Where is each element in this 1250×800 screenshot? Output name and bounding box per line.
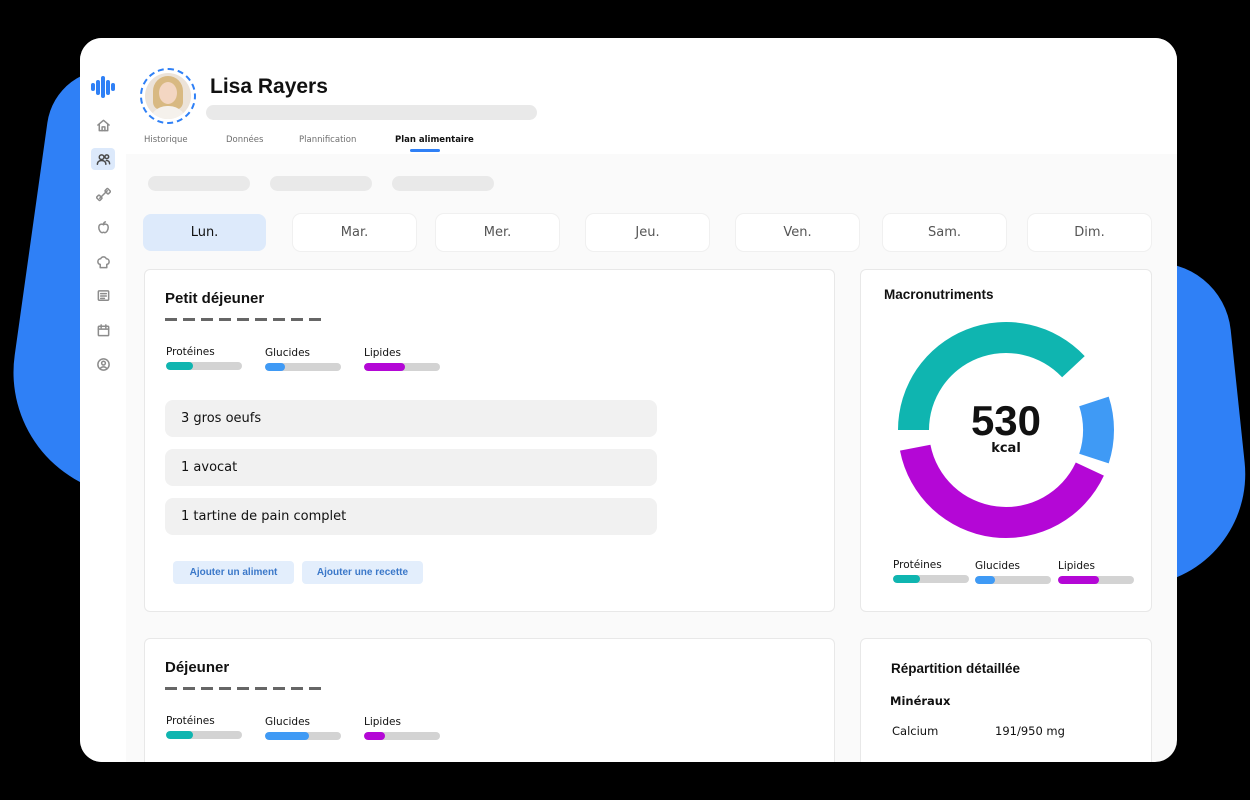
kcal-value: 530 xyxy=(970,397,1042,444)
placeholder-pill xyxy=(270,176,372,191)
add-recipe-button[interactable]: Ajouter une recette xyxy=(302,561,423,584)
detail-section-title: Minéraux xyxy=(890,694,951,708)
day-friday[interactable]: Ven. xyxy=(736,214,859,251)
sidebar-item-profile[interactable] xyxy=(91,353,115,375)
placeholder-pill xyxy=(392,176,494,191)
user-circle-icon xyxy=(96,357,110,371)
day-wednesday[interactable]: Mer. xyxy=(436,214,559,251)
progress-fill xyxy=(893,575,921,583)
macro-progress xyxy=(265,363,341,371)
macro-lipides: Lipides xyxy=(364,347,442,371)
legend-progress xyxy=(975,576,1051,584)
legend-glucides: Glucides xyxy=(975,560,1053,584)
calendar-icon xyxy=(97,323,109,336)
nutrient-label: Calcium xyxy=(892,724,939,738)
progress-fill xyxy=(975,576,995,584)
tab-donnees[interactable]: Données xyxy=(226,135,263,145)
meal-title: Petit déjeuner xyxy=(165,290,265,307)
tab-historique[interactable]: Historique xyxy=(144,135,188,145)
meal-title: Déjeuner xyxy=(165,659,230,676)
donut-segment-lipides xyxy=(899,444,1104,538)
macro-label: Glucides xyxy=(265,347,310,359)
macro-progress xyxy=(364,732,440,740)
app-window: Lisa Rayers Historique Données Plannific… xyxy=(80,38,1177,762)
apple-icon xyxy=(97,220,109,233)
day-saturday[interactable]: Sam. xyxy=(883,214,1006,251)
title-divider xyxy=(165,318,325,321)
sidebar-item-users[interactable] xyxy=(91,148,115,170)
legend-proteines: Protéines xyxy=(893,559,971,583)
food-item[interactable]: 3 gros oeufs xyxy=(165,400,657,437)
sidebar-item-nutrition[interactable] xyxy=(91,216,115,238)
progress-fill xyxy=(265,732,310,740)
sidebar-item-home[interactable] xyxy=(91,114,115,136)
macro-progress xyxy=(166,731,242,739)
macronutrients-card: Macronutriments 530 kcal Protéines Gluci… xyxy=(860,269,1152,612)
progress-fill xyxy=(166,731,194,739)
macro-label: Lipides xyxy=(364,347,401,359)
meal-card-lunch: Déjeuner Protéines Glucides Lipides xyxy=(144,638,835,762)
macro-proteines: Protéines xyxy=(166,346,244,370)
sidebar-item-training[interactable] xyxy=(91,183,115,205)
legend-progress xyxy=(1058,576,1134,584)
legend-lipides: Lipides xyxy=(1058,560,1136,584)
day-tuesday[interactable]: Mar. xyxy=(293,214,416,251)
macro-label: Protéines xyxy=(166,715,215,727)
client-name: Lisa Rayers xyxy=(210,75,328,98)
kcal-unit: kcal xyxy=(991,441,1021,456)
placeholder-pill xyxy=(148,176,250,191)
home-icon xyxy=(96,119,110,131)
sidebar-item-calendar[interactable] xyxy=(91,319,115,341)
macro-glucides: Glucides xyxy=(265,347,343,371)
avatar[interactable] xyxy=(140,68,196,124)
card-title: Répartition détaillée xyxy=(891,661,1021,676)
macro-proteines: Protéines xyxy=(166,715,244,739)
name-subtitle-placeholder xyxy=(206,105,537,120)
macro-lipides: Lipides xyxy=(364,716,442,740)
legend-label: Glucides xyxy=(975,560,1020,572)
macro-label: Lipides xyxy=(364,716,401,728)
macro-label: Protéines xyxy=(166,346,215,358)
sidebar-item-articles[interactable] xyxy=(91,284,115,306)
day-thursday[interactable]: Jeu. xyxy=(586,214,709,251)
app-logo-icon[interactable] xyxy=(91,76,115,98)
dumbbell-icon xyxy=(95,187,111,201)
progress-fill xyxy=(166,362,194,370)
food-item[interactable]: 1 tartine de pain complet xyxy=(165,498,657,535)
users-icon xyxy=(96,153,110,165)
active-tab-indicator xyxy=(410,149,440,152)
sidebar-item-recipes[interactable] xyxy=(91,251,115,273)
progress-fill xyxy=(1058,576,1100,584)
legend-progress xyxy=(893,575,969,583)
meal-card-breakfast: Petit déjeuner Protéines Glucides Lipide… xyxy=(144,269,835,612)
newspaper-icon xyxy=(97,289,109,301)
tab-plan-alimentaire[interactable]: Plan alimentaire xyxy=(395,135,474,145)
title-divider xyxy=(165,687,325,690)
macro-glucides: Glucides xyxy=(265,716,343,740)
nutrient-value: 191/950 mg xyxy=(995,724,1065,738)
macro-progress xyxy=(265,732,341,740)
day-sunday[interactable]: Dim. xyxy=(1028,214,1151,251)
progress-fill xyxy=(265,363,285,371)
chef-hat-icon xyxy=(96,255,110,268)
progress-fill xyxy=(364,363,406,371)
card-title: Macronutriments xyxy=(884,287,994,302)
detail-card: Répartition détaillée Minéraux Calcium 1… xyxy=(860,638,1152,762)
macros-donut-chart: 530 kcal xyxy=(891,315,1121,545)
avatar-photo xyxy=(145,73,191,119)
sidebar xyxy=(80,38,126,762)
progress-fill xyxy=(364,732,386,740)
add-food-button[interactable]: Ajouter un aliment xyxy=(173,561,294,584)
macro-progress xyxy=(364,363,440,371)
food-item[interactable]: 1 avocat xyxy=(165,449,657,486)
macro-label: Glucides xyxy=(265,716,310,728)
tab-plannification[interactable]: Plannification xyxy=(299,135,356,145)
profile-header: Lisa Rayers Historique Données Plannific… xyxy=(126,38,1177,154)
legend-label: Protéines xyxy=(893,559,942,571)
legend-label: Lipides xyxy=(1058,560,1095,572)
day-monday[interactable]: Lun. xyxy=(143,214,266,251)
macro-progress xyxy=(166,362,242,370)
